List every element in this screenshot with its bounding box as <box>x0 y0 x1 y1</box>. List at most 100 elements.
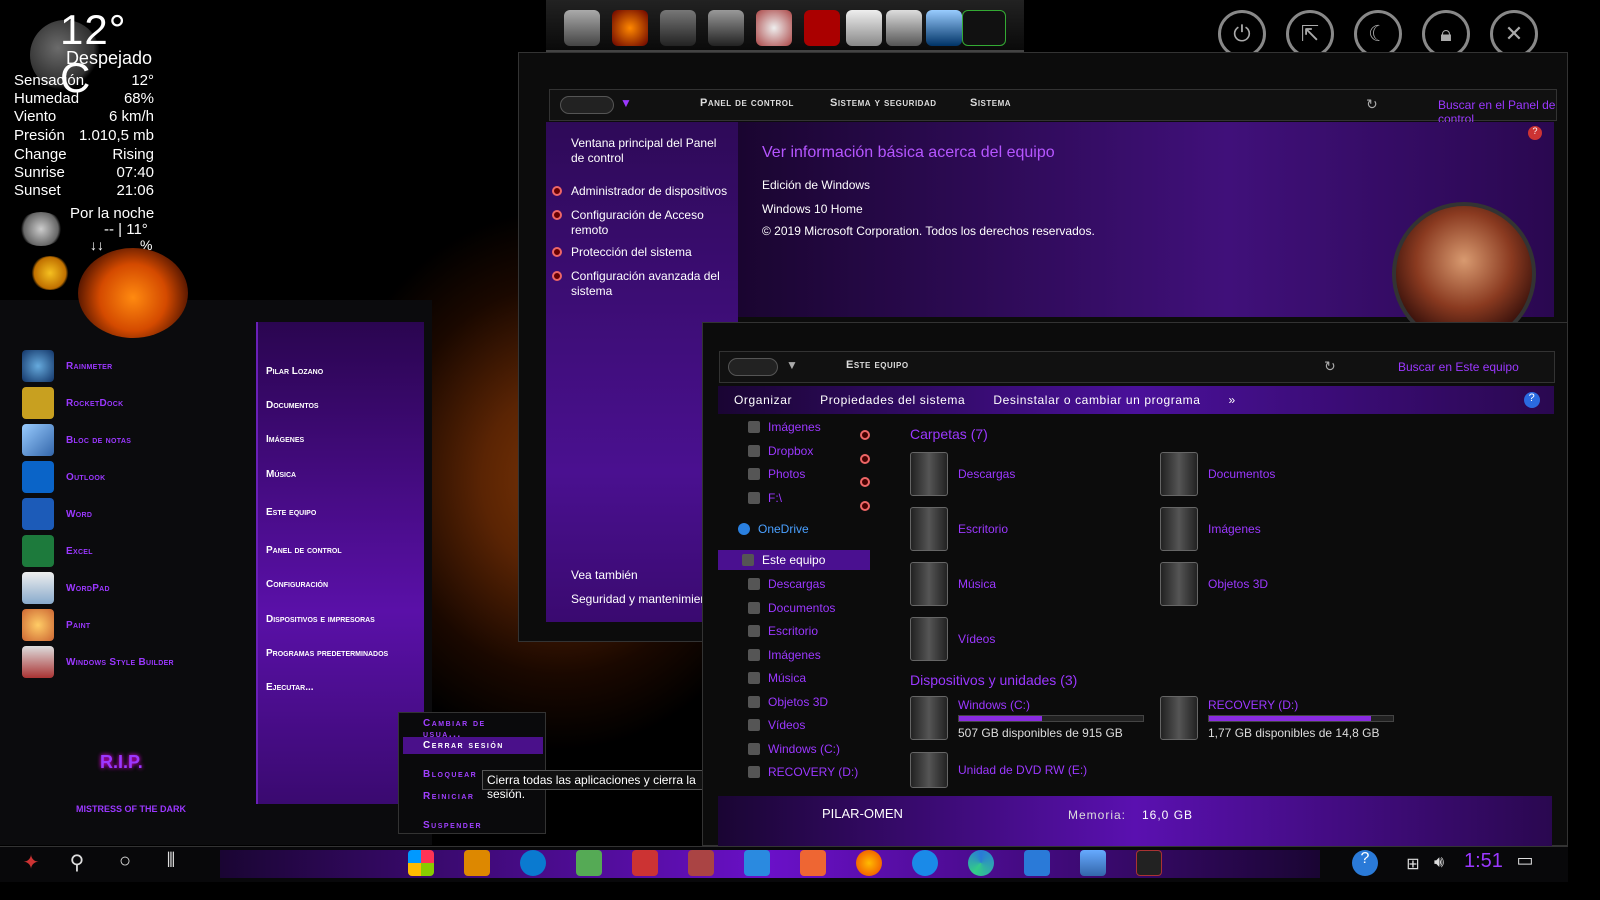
refresh-icon[interactable]: ↻ <box>1324 358 1336 375</box>
nav-item[interactable]: Música <box>748 671 806 685</box>
nav-item[interactable]: Windows (C:) <box>748 742 840 756</box>
app-word[interactable]: Word <box>22 498 92 530</box>
system-properties-button[interactable]: Propiedades del sistema <box>820 393 965 407</box>
nav-item[interactable]: Escritorio <box>748 624 818 638</box>
folder-item[interactable]: Objetos 3D <box>1160 562 1268 606</box>
place-run[interactable]: Ejecutar... <box>266 682 314 693</box>
sublime-icon[interactable] <box>800 850 826 876</box>
place-user[interactable]: Pilar Lozano <box>266 366 323 377</box>
maxthon-icon[interactable] <box>1024 850 1050 876</box>
nav-item[interactable]: Imágenes <box>748 648 821 662</box>
help-icon[interactable]: ? <box>1528 126 1542 140</box>
nav-item[interactable]: Vídeos <box>748 718 805 732</box>
address-bar[interactable]: ▼ Panel de control Sistema y seguridad S… <box>549 89 1557 126</box>
close-icon[interactable]: ✕ <box>1490 10 1538 58</box>
nav-item[interactable]: Photos <box>748 467 805 481</box>
screen-icon[interactable] <box>1136 850 1162 876</box>
suspend-item[interactable]: Suspender <box>403 817 543 834</box>
dvd-drive[interactable]: Unidad de DVD RW (E:) <box>910 752 1087 788</box>
store-icon[interactable] <box>408 850 434 876</box>
explorer-address-bar[interactable]: ▼ Este equipo ↻ Buscar en Este equipo <box>719 351 1555 383</box>
clock[interactable]: 1:51 <box>1464 850 1503 873</box>
app-notepad[interactable]: Bloc de notas <box>22 424 131 456</box>
app-rainmeter[interactable]: Rainmeter <box>22 350 112 382</box>
nav-this-pc[interactable]: Este equipo <box>718 550 870 570</box>
app-rocketdock[interactable]: RocketDock <box>22 387 124 419</box>
app-outlook[interactable]: Outlook <box>22 461 105 493</box>
wolf-icon[interactable] <box>886 10 922 46</box>
monitor-icon[interactable] <box>962 10 1006 46</box>
drive-c[interactable]: Windows (C:) 507 GB disponibles de 915 G… <box>910 696 1148 740</box>
app-icon[interactable] <box>464 850 490 876</box>
app-paint[interactable]: Paint <box>22 609 91 641</box>
place-control-panel[interactable]: Panel de control <box>266 545 342 556</box>
pen-icon[interactable] <box>926 10 962 46</box>
place-images[interactable]: Imágenes <box>266 434 304 445</box>
devices-header[interactable]: Dispositivos y unidades (3) <box>910 672 1077 688</box>
paint-pen-icon[interactable] <box>1080 850 1106 876</box>
tool-icon[interactable] <box>688 850 714 876</box>
edge-chromium-icon[interactable] <box>968 850 994 876</box>
search-icon[interactable]: ⚲ <box>62 850 92 875</box>
place-settings[interactable]: Configuración <box>266 579 328 590</box>
ie-icon[interactable] <box>912 850 938 876</box>
breadcrumb-this-pc[interactable]: Este equipo <box>846 359 909 371</box>
nav-item[interactable]: Imágenes <box>748 420 821 434</box>
app-windows-style-builder[interactable]: Windows Style Builder <box>22 646 174 678</box>
chevron-down-icon[interactable]: ▼ <box>786 358 798 372</box>
more-commands-button[interactable]: » <box>1229 393 1236 407</box>
organize-button[interactable]: Organizar <box>734 393 792 407</box>
folders-header[interactable]: Carpetas (7) <box>910 426 988 442</box>
spiderman-icon[interactable] <box>612 10 648 46</box>
sign-out-item[interactable]: Cerrar sesión <box>403 737 543 754</box>
start-icon[interactable]: ✦ <box>16 850 46 875</box>
place-music[interactable]: Música <box>266 469 296 480</box>
place-documents[interactable]: Documentos <box>266 400 319 411</box>
folder-item[interactable]: Imágenes <box>1160 507 1261 551</box>
nav-item[interactable]: Descargas <box>748 577 825 591</box>
nav-item[interactable]: Documentos <box>748 601 835 615</box>
nav-item[interactable]: F:\ <box>748 491 782 505</box>
folder-item[interactable]: Música <box>910 562 996 606</box>
sleep-icon[interactable]: ☾ <box>1354 10 1402 58</box>
back-forward-button[interactable] <box>560 96 614 114</box>
breadcrumb-security[interactable]: Sistema y seguridad <box>830 97 937 109</box>
folder-item[interactable]: Escritorio <box>910 507 1008 551</box>
nav-item[interactable]: RECOVERY (D:) <box>748 765 858 779</box>
nav-item[interactable]: Objetos 3D <box>748 695 828 709</box>
app-excel[interactable]: Excel <box>22 535 93 567</box>
gpu-icon[interactable] <box>576 850 602 876</box>
place-default-programs[interactable]: Programas predeterminados <box>266 648 388 659</box>
lock-icon[interactable]: 🔒︎ <box>1422 10 1470 58</box>
refresh-icon[interactable]: ↻ <box>1366 96 1378 113</box>
nav-onedrive[interactable]: OneDrive <box>738 522 809 536</box>
case-icon[interactable] <box>708 10 744 46</box>
brand-icon[interactable] <box>804 10 840 46</box>
notifications-icon[interactable]: ▭ <box>1510 850 1540 871</box>
volume-icon[interactable]: 🔊︎ <box>1424 854 1454 872</box>
omen-icon[interactable] <box>632 850 658 876</box>
cortana-icon[interactable]: ○ <box>110 850 140 873</box>
firefox-icon[interactable] <box>856 850 882 876</box>
logoff-icon[interactable]: ⇱ <box>1286 10 1334 58</box>
cp-link[interactable]: Protección del sistema <box>552 245 733 260</box>
folder-item[interactable]: Documentos <box>1160 452 1275 496</box>
server-icon[interactable] <box>564 10 600 46</box>
document-icon[interactable] <box>846 10 882 46</box>
edge-icon[interactable] <box>520 850 546 876</box>
folder-item[interactable]: Vídeos <box>910 617 995 661</box>
uninstall-button[interactable]: Desinstalar o cambiar un programa <box>993 393 1200 407</box>
cp-link[interactable]: Configuración avanzada del sistema <box>552 269 733 299</box>
start-orb-pumpkin[interactable] <box>78 248 188 338</box>
cp-link[interactable]: Configuración de Acceso remoto <box>552 208 733 238</box>
nav-item[interactable]: Dropbox <box>748 444 813 458</box>
folder-item[interactable]: Descargas <box>910 452 1015 496</box>
cp-home-link[interactable]: Ventana principal del Panel de control <box>571 136 733 166</box>
place-this-pc[interactable]: Este equipo <box>266 507 316 518</box>
app-wordpad[interactable]: WordPad <box>22 572 110 604</box>
help-icon[interactable]: ? <box>1524 392 1540 408</box>
place-devices[interactable]: Dispositivos e impresoras <box>266 614 375 625</box>
gear-skull-icon[interactable] <box>756 10 792 46</box>
mail-icon[interactable] <box>744 850 770 876</box>
explorer-search-input[interactable]: Buscar en Este equipo <box>1398 360 1519 374</box>
